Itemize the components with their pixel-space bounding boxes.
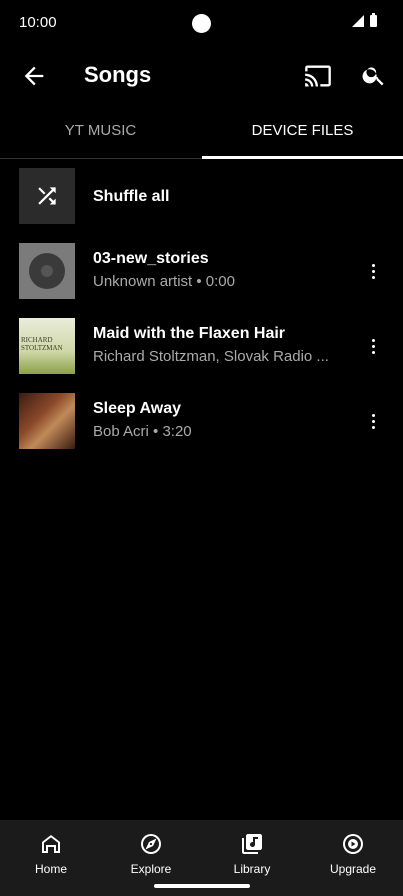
- more-options-button[interactable]: [364, 409, 384, 433]
- tab-bar: YT MUSIC DEVICE FILES: [0, 110, 403, 159]
- compass-icon: [141, 834, 161, 854]
- gesture-bar[interactable]: [154, 884, 250, 888]
- nav-home[interactable]: Home: [1, 820, 101, 884]
- list-item[interactable]: 03-new_stories Unknown artist • 0:00: [0, 243, 403, 318]
- more-vert-dot: [372, 426, 375, 429]
- album-art-text: RICHARD: [21, 336, 53, 344]
- cast-button[interactable]: [304, 62, 332, 90]
- battery-icon: [370, 13, 377, 27]
- arrow-left-icon: [24, 66, 44, 86]
- home-icon: [42, 835, 60, 853]
- album-art: RICHARD STOLTZMAN: [19, 318, 75, 374]
- nav-label: Upgrade: [329, 862, 377, 876]
- album-art-placeholder: [19, 243, 75, 299]
- song-title: 03-new_stories: [93, 250, 209, 267]
- more-vert-icon: [372, 339, 375, 342]
- tab-device-files[interactable]: DEVICE FILES: [202, 110, 403, 158]
- app-header: Songs: [0, 48, 403, 104]
- song-title: Sleep Away: [93, 400, 182, 417]
- disc-center: [41, 265, 53, 277]
- song-subtitle: Richard Stoltzman, Slovak Radio ...: [93, 348, 329, 365]
- status-bar: 10:00: [0, 0, 403, 44]
- upgrade-icon: [343, 834, 363, 854]
- tab-indicator: [202, 156, 403, 159]
- bottom-navigation: Home Explore Library Upgrade: [0, 820, 403, 896]
- status-time: 10:00: [19, 14, 57, 31]
- more-vert-icon: [372, 264, 375, 267]
- song-title: Maid with the Flaxen Hair: [93, 325, 286, 342]
- more-vert-dot: [372, 270, 375, 273]
- shuffle-thumb: [19, 168, 75, 224]
- cast-icon: [305, 65, 331, 87]
- nav-library[interactable]: Library: [202, 820, 302, 884]
- list-item[interactable]: Sleep Away Bob Acri • 3:20: [0, 393, 403, 468]
- status-icons: [352, 13, 377, 27]
- search-icon: [362, 67, 384, 86]
- album-art: [19, 393, 75, 449]
- song-list: Shuffle all 03-new_stories Unknown artis…: [0, 168, 403, 468]
- more-vert-dot: [372, 351, 375, 354]
- shuffle-all-label: Shuffle all: [93, 188, 170, 205]
- signal-icon: [352, 15, 364, 27]
- more-options-button[interactable]: [364, 259, 384, 283]
- more-vert-dot: [372, 345, 375, 348]
- tab-yt-music[interactable]: YT MUSIC: [0, 110, 201, 158]
- nav-label: Library: [233, 862, 271, 876]
- more-vert-icon: [372, 414, 375, 417]
- nav-upgrade[interactable]: Upgrade: [303, 820, 403, 884]
- nav-label: Explore: [130, 862, 172, 876]
- nav-label: Home: [34, 862, 67, 876]
- list-item[interactable]: RICHARD STOLTZMAN Maid with the Flaxen H…: [0, 318, 403, 393]
- shuffle-all-row[interactable]: Shuffle all: [0, 168, 403, 243]
- more-vert-dot: [372, 420, 375, 423]
- shuffle-icon: [38, 187, 56, 205]
- page-title: Songs: [84, 62, 152, 87]
- album-art-text: STOLTZMAN: [21, 344, 63, 352]
- nav-explore[interactable]: Explore: [101, 820, 201, 884]
- back-button[interactable]: [20, 62, 48, 90]
- song-subtitle: Unknown artist • 0:00: [93, 273, 235, 290]
- more-vert-dot: [372, 276, 375, 279]
- search-button[interactable]: [361, 62, 387, 88]
- library-icon: [242, 834, 262, 854]
- song-subtitle: Bob Acri • 3:20: [93, 423, 192, 440]
- more-options-button[interactable]: [364, 334, 384, 358]
- camera-cutout: [192, 14, 211, 33]
